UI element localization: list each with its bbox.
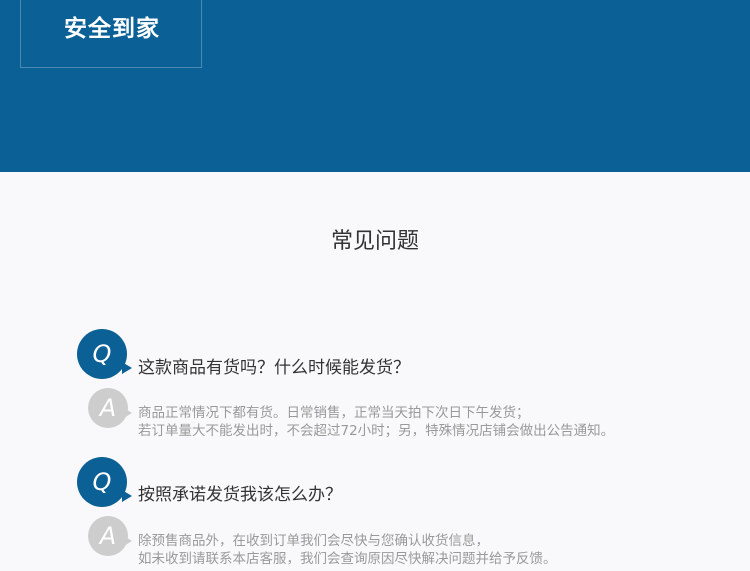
answer-badge-tail: [124, 536, 132, 546]
question-badge-tail: [122, 362, 132, 374]
faq-answer-line: 除预售商品外，在收到订单我们会尽快与您确认收货信息，: [138, 533, 489, 549]
faq-answer-line: 如未收到请联系本店客服，我们会查询原因尽快解决问题并给予反馈。: [138, 551, 557, 567]
question-badge-tail: [122, 490, 132, 502]
faq-question: 这款商品有货吗？什么时候能发货？: [138, 358, 410, 378]
answer-badge-icon: A: [88, 516, 128, 556]
banner-title: 安全到家: [64, 16, 160, 42]
faq-answer-line: 若订单量大不能发出时，不会超过72小时；另，特殊情况店铺会做出公告通知。: [138, 423, 615, 439]
answer-badge-icon: A: [88, 388, 128, 428]
faq-question: 按照承诺发货我该怎么办？: [138, 485, 342, 505]
answer-badge-tail: [124, 408, 132, 418]
faq-answer: 除预售商品外，在收到订单我们会尽快与您确认收货信息， 如未收到请联系本店客服，我…: [138, 532, 557, 568]
question-badge-icon: Q: [77, 457, 127, 507]
faq-section-title: 常见问题: [330, 229, 419, 254]
question-badge-icon: Q: [77, 329, 127, 379]
faq-answer-line: 商品正常情况下都有货。日常销售，正常当天拍下次日下午发货；: [138, 405, 530, 421]
hero-banner: 安全到家: [0, 0, 750, 172]
faq-answer: 商品正常情况下都有货。日常销售，正常当天拍下次日下午发货； 若订单量大不能发出时…: [138, 404, 614, 440]
